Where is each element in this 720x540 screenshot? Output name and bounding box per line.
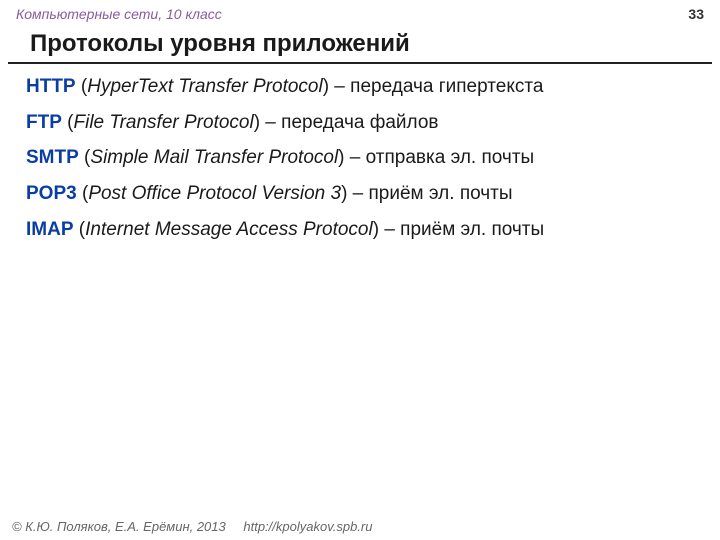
protocol-desc: передача гипертекста [350,76,543,97]
protocol-expansion: Simple Mail Transfer Protocol [90,147,338,168]
protocol-item: SMTP (Simple Mail Transfer Protocol) – о… [26,145,694,171]
slide-number: 33 [688,6,704,22]
slide-header: Компьютерные сети, 10 класс 33 [0,0,720,28]
protocol-desc: передача файлов [281,112,438,133]
footer-url: http://kpolyakov.spb.ru [243,519,372,534]
protocol-expansion: HyperText Transfer Protocol [87,76,322,97]
protocol-desc: приём эл. почты [400,219,544,240]
protocol-abbr: POP3 [26,183,77,204]
protocol-abbr: HTTP [26,76,76,97]
protocol-desc: отправка эл. почты [366,147,535,168]
subject-label: Компьютерные сети, 10 класс [16,6,222,22]
protocol-expansion: File Transfer Protocol [74,112,254,133]
protocol-abbr: FTP [26,112,62,133]
slide-footer: © К.Ю. Поляков, Е.А. Ерёмин, 2013 http:/… [12,519,372,534]
protocol-abbr: SMTP [26,147,79,168]
protocol-item: HTTP (HyperText Transfer Protocol) – пер… [26,74,694,100]
protocol-expansion: Post Office Protocol Version 3 [88,183,341,204]
copyright: © К.Ю. Поляков, Е.А. Ерёмин, 2013 [12,519,226,534]
protocol-list: HTTP (HyperText Transfer Protocol) – пер… [0,74,720,242]
protocol-item: IMAP (Internet Message Access Protocol) … [26,217,694,243]
protocol-desc: приём эл. почты [369,183,513,204]
protocol-abbr: IMAP [26,219,74,240]
protocol-item: FTP (File Transfer Protocol) – передача … [26,110,694,136]
slide-title: Протоколы уровня приложений [8,28,712,64]
protocol-expansion: Internet Message Access Protocol [85,219,373,240]
protocol-item: POP3 (Post Office Protocol Version 3) – … [26,181,694,207]
